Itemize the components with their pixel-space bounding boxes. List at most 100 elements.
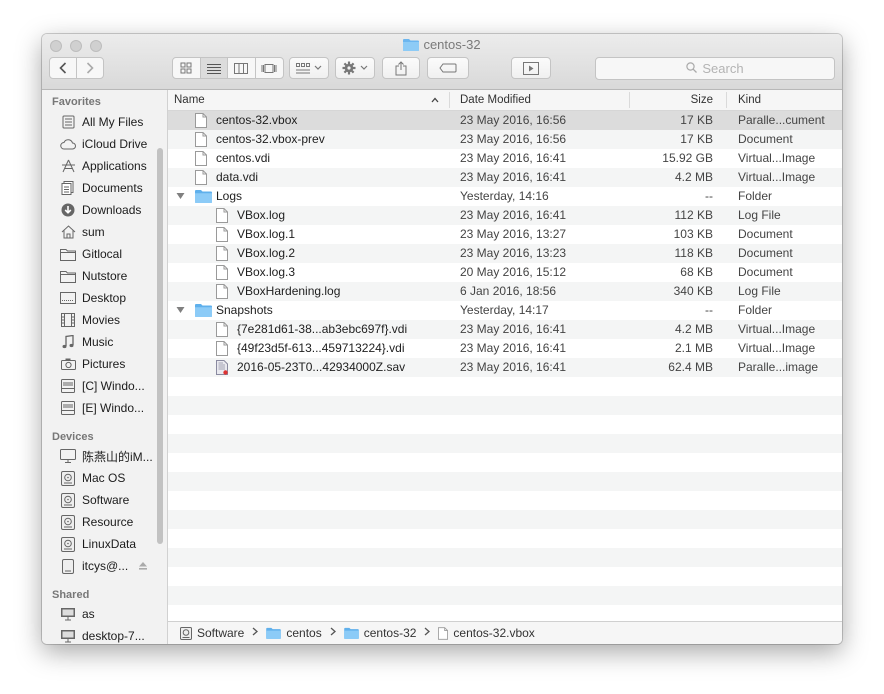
sidebar-item-c-windo[interactable]: [C] Windo... [60, 376, 145, 396]
file-row[interactable]: VBoxHardening.log 6 Jan 2016, 18:56 340 KB… [168, 282, 842, 301]
sidebar-item-movies[interactable]: Movies [60, 310, 120, 330]
coverflow-view-button[interactable] [256, 58, 283, 78]
share-button[interactable] [382, 57, 420, 79]
sidebar-item-software[interactable]: Software [60, 490, 129, 510]
file-date: 23 May 2016, 13:27 [460, 227, 567, 241]
sidebar-item-applications[interactable]: Applications [60, 156, 147, 176]
sidebar-item-nutstore[interactable]: Nutstore [60, 266, 127, 286]
file-date: 6 Jan 2016, 18:56 [460, 284, 557, 298]
search-field[interactable]: Search [595, 57, 835, 80]
path-crumb-centos-32[interactable]: centos-32 [343, 626, 416, 640]
file-size: 4.2 MB [674, 322, 713, 336]
disk-icon [180, 626, 192, 640]
sidebar-item-label: All My Files [82, 115, 144, 129]
sidebar-item-icloud-drive[interactable]: iCloud Drive [60, 134, 147, 154]
forward-button[interactable] [77, 58, 103, 78]
folder-icon [60, 247, 76, 261]
toolbar: centos-32 Search [42, 34, 842, 90]
gear-icon [342, 61, 356, 75]
column-header: Name Date Modified Size Kind [168, 90, 842, 111]
quick-look-button[interactable] [511, 57, 551, 79]
file-row[interactable]: centos-32.vbox-prev 23 May 2016, 16:56 17 … [168, 130, 842, 149]
file-date: 23 May 2016, 16:56 [460, 132, 567, 146]
sidebar-item-label: Desktop [82, 291, 127, 305]
file-kind: Folder [738, 189, 773, 203]
column-name-header[interactable]: Name [174, 90, 205, 110]
sidebar-item-label: Nutstore [82, 269, 128, 283]
file-date: 23 May 2016, 16:41 [460, 341, 567, 355]
file-row[interactable]: {7e281d61-38...ab3ebc697f}.vdi 23 May 201… [168, 320, 842, 339]
file-size: 103 KB [673, 227, 713, 241]
sidebar-item-documents[interactable]: Documents [60, 178, 143, 198]
path-crumb-centos[interactable]: centos [266, 626, 322, 640]
sidebar-item-pictures[interactable]: Pictures [60, 354, 125, 374]
column-view-button[interactable] [228, 58, 256, 78]
sidebar-item-desktop-7[interactable]: desktop-7... [60, 626, 145, 644]
file-row[interactable]: {49f23d5f-613...459713224}.vdi 23 May 201… [168, 339, 842, 358]
file-kind: Virtual...Image [738, 341, 816, 355]
folder-row[interactable]: Snapshots Yesterday, 14:17 -- Folder [168, 301, 842, 320]
file-row[interactable]: centos.vdi 23 May 2016, 16:41 15.92 GB Virt… [168, 149, 842, 168]
file-name: VBox.log.1 [237, 227, 296, 241]
column-size-header[interactable]: Size [691, 90, 713, 110]
monitor-icon [60, 607, 76, 621]
tag-icon [439, 63, 457, 73]
grid-icon [180, 62, 192, 74]
sidebar-item-sum[interactable]: sum [60, 222, 105, 242]
empty-row [168, 396, 842, 415]
path-crumb-label: Software [197, 626, 245, 640]
file-row[interactable]: data.vdi 23 May 2016, 16:41 4.2 MB Virtual.… [168, 168, 842, 187]
list-icon [206, 63, 221, 74]
disclosure-triangle-icon[interactable] [176, 187, 185, 206]
eject-icon[interactable] [138, 559, 148, 573]
back-button[interactable] [50, 58, 77, 78]
document-icon [195, 113, 207, 128]
sidebar-item-as[interactable]: as [60, 604, 95, 624]
disclosure-triangle-icon[interactable] [176, 301, 185, 320]
columns-icon [234, 62, 249, 74]
document-icon [216, 341, 228, 356]
file-row[interactable]: VBox.log.1 23 May 2016, 13:27 103 KB Docume… [168, 225, 842, 244]
column-kind-header[interactable]: Kind [738, 90, 761, 110]
list-view-button[interactable] [200, 58, 228, 78]
file-row[interactable]: centos-32.vbox 23 May 2016, 16:56 17 KB Par… [168, 111, 842, 130]
sidebar-scrollbar[interactable] [157, 148, 163, 544]
disk-icon [60, 492, 76, 508]
empty-row [168, 377, 842, 396]
arrange-icon [296, 62, 310, 73]
path-crumb-centos-32-vbox[interactable]: centos-32.vbox [438, 626, 535, 640]
sidebar-item-mac-os[interactable]: Mac OS [60, 468, 125, 488]
file-row[interactable]: VBox.log.2 23 May 2016, 13:23 118 KB Docume… [168, 244, 842, 263]
sidebar-item-label: Documents [82, 181, 143, 195]
empty-row [168, 548, 842, 567]
sidebar-item-desktop[interactable]: Desktop [60, 288, 126, 308]
file-kind: Paralle...image [738, 360, 819, 374]
sidebar-item-music[interactable]: Music [60, 332, 113, 352]
action-button[interactable] [335, 57, 375, 79]
applications-icon [60, 159, 76, 173]
file-row[interactable]: VBox.log 23 May 2016, 16:41 112 KB Log File [168, 206, 842, 225]
folder-icon [60, 269, 76, 283]
path-crumb-software[interactable]: Software [180, 626, 244, 640]
sidebar-item-all-my-files[interactable]: All My Files [60, 112, 143, 132]
arrange-button[interactable] [289, 57, 329, 79]
sidebar-item-gitlocal[interactable]: Gitlocal [60, 244, 122, 264]
folder-row[interactable]: Logs Yesterday, 14:16 -- Folder [168, 187, 842, 206]
file-row[interactable]: 2016-05-23T0...42934000Z.sav 23 May 2016,… [168, 358, 842, 377]
column-date-header[interactable]: Date Modified [460, 90, 531, 110]
sidebar-item-e-windo[interactable]: [E] Windo... [60, 398, 144, 418]
file-row[interactable]: VBox.log.3 20 May 2016, 15:12 68 KB Documen… [168, 263, 842, 282]
sidebar-item-im[interactable]: 陈燕山的iM... [60, 446, 153, 466]
file-name: {49f23d5f-613...459713224}.vdi [237, 341, 405, 355]
icon-view-button[interactable] [173, 58, 201, 78]
file-date: 20 May 2016, 15:12 [460, 265, 567, 279]
tags-button[interactable] [427, 57, 469, 79]
sidebar-item-downloads[interactable]: Downloads [60, 200, 141, 220]
folder-icon [343, 627, 359, 639]
sidebar-item-itcys[interactable]: itcys@... [60, 556, 148, 576]
folder-icon [195, 303, 212, 318]
file-date: Yesterday, 14:16 [460, 189, 549, 203]
file-date: 23 May 2016, 16:41 [460, 208, 567, 222]
sidebar-item-resource[interactable]: Resource [60, 512, 133, 532]
sidebar-item-linuxdata[interactable]: LinuxData [60, 534, 136, 554]
